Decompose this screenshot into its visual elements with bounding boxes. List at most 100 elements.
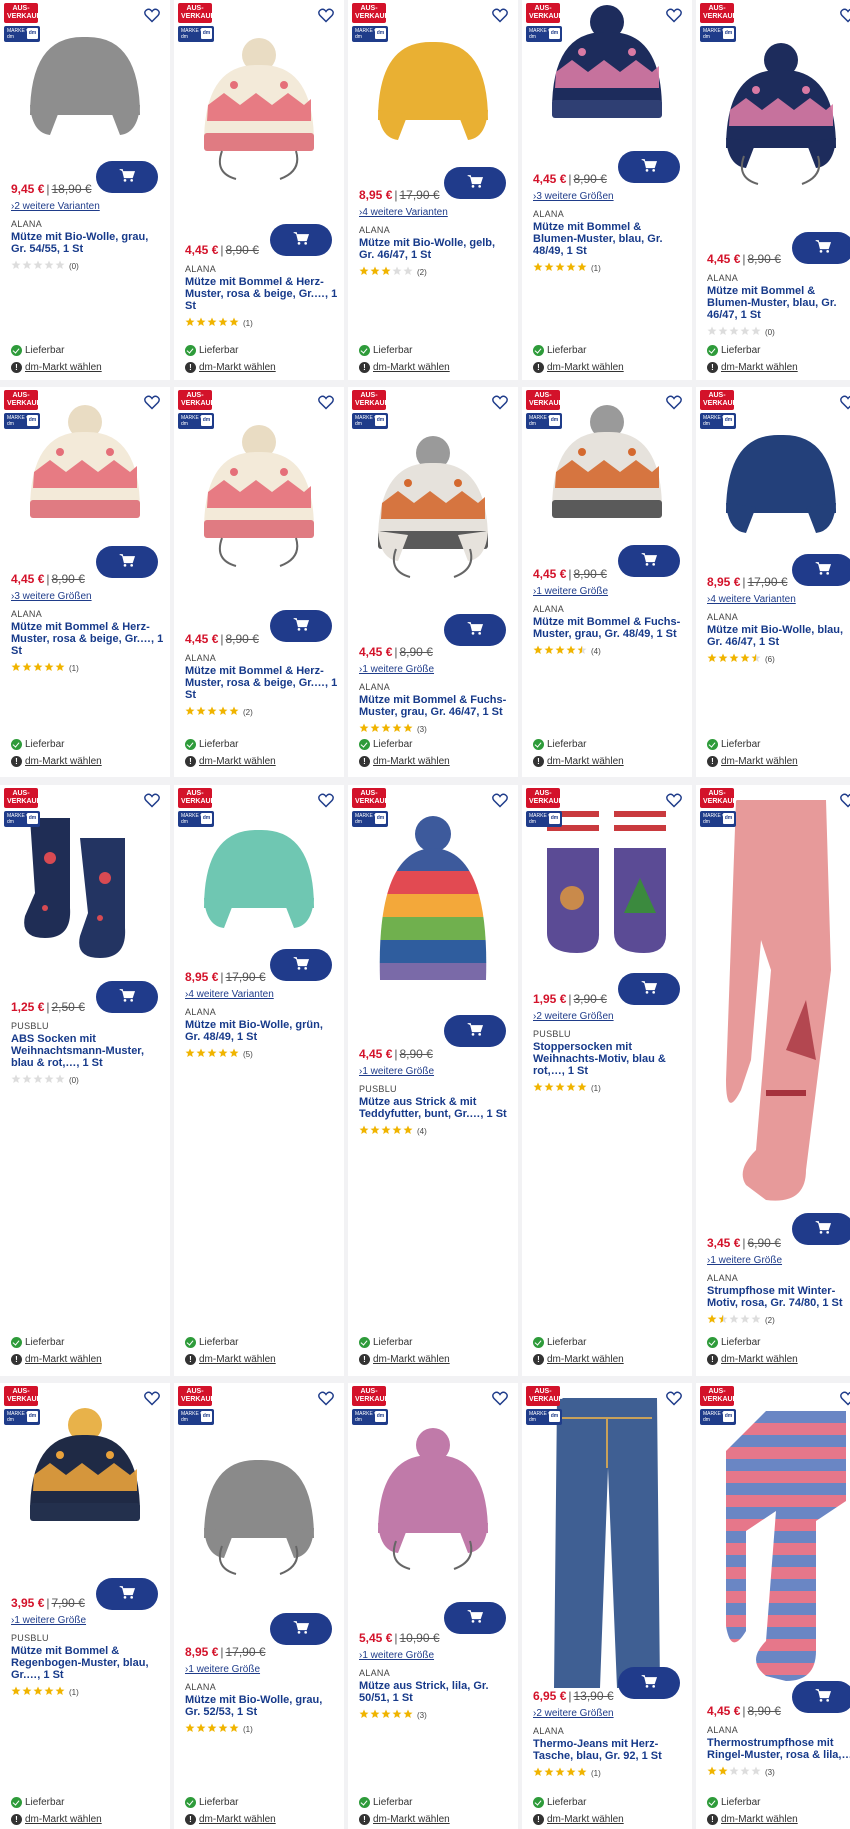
- variants-link[interactable]: ›1 weitere Größe: [707, 1255, 850, 1266]
- product-card[interactable]: AUS-VERKAUF MARKE von dm 4,45 €|8,90 € ALAN…: [696, 1383, 850, 1829]
- add-to-cart-button[interactable]: [270, 1613, 332, 1645]
- product-title[interactable]: Mütze mit Bio-Wolle, gelb, Gr. 46/47, 1 …: [359, 237, 512, 261]
- add-to-cart-button[interactable]: [792, 232, 850, 264]
- product-card[interactable]: AUS-VERKAUF MARKE von dm 4,45 €|8,90 € ALAN…: [174, 0, 344, 380]
- product-title[interactable]: Thermo-Jeans mit Herz-Tasche, blau, Gr. …: [533, 1738, 686, 1762]
- heart-icon[interactable]: [316, 5, 336, 25]
- choose-store-link[interactable]: ! dm-Markt wählen: [11, 1354, 102, 1365]
- product-card[interactable]: AUS-VERKAUF MARKE von dm 1,95 €|3,90 € ›2 w…: [522, 785, 692, 1376]
- heart-icon[interactable]: [316, 1388, 336, 1408]
- choose-store-link[interactable]: ! dm-Markt wählen: [185, 756, 276, 767]
- heart-icon[interactable]: [490, 5, 510, 25]
- product-title[interactable]: Mütze mit Bio-Wolle, grau, Gr. 52/53, 1 …: [185, 1694, 338, 1718]
- heart-icon[interactable]: [142, 790, 162, 810]
- product-card[interactable]: AUS-VERKAUF MARKE von dm 6,95 €|13,90 € ›2 …: [522, 1383, 692, 1829]
- product-card[interactable]: AUS-VERKAUF MARKE von dm 8,95 €|17,90 € ›1 …: [174, 1383, 344, 1829]
- product-card[interactable]: AUS-VERKAUF MARKE von dm 8,95 €|17,90 € ›4 …: [348, 0, 518, 380]
- heart-icon[interactable]: [490, 1388, 510, 1408]
- product-card[interactable]: AUS-VERKAUF MARKE von dm 4,45 €|8,90 € ›1 w…: [348, 785, 518, 1376]
- product-title[interactable]: Mütze mit Bio-Wolle, blau, Gr. 46/47, 1 …: [707, 624, 850, 648]
- product-title[interactable]: Mütze mit Bommel & Fuchs-Muster, grau, G…: [533, 616, 686, 640]
- heart-icon[interactable]: [142, 392, 162, 412]
- variants-link[interactable]: ›4 weitere Varianten: [359, 207, 512, 218]
- add-to-cart-button[interactable]: [618, 973, 680, 1005]
- add-to-cart-button[interactable]: [444, 1602, 506, 1634]
- product-title[interactable]: Thermostrumpfhose mit Ringel-Muster, ros…: [707, 1737, 850, 1761]
- product-card[interactable]: AUS-VERKAUF MARKE von dm 4,45 €|8,90 € ›3 w…: [522, 0, 692, 380]
- heart-icon[interactable]: [316, 392, 336, 412]
- product-card[interactable]: AUS-VERKAUF MARKE von dm 4,45 €|8,90 € ›3 w…: [0, 387, 170, 777]
- product-title[interactable]: Mütze mit Bommel & Regenbogen-Muster, bl…: [11, 1645, 164, 1681]
- product-title[interactable]: Mütze mit Bio-Wolle, grau, Gr. 54/55, 1 …: [11, 231, 164, 255]
- heart-icon[interactable]: [142, 5, 162, 25]
- product-title[interactable]: Strumpfhose mit Winter-Motiv, rosa, Gr. …: [707, 1285, 850, 1309]
- choose-store-link[interactable]: ! dm-Markt wählen: [533, 1814, 624, 1825]
- add-to-cart-button[interactable]: [792, 1213, 850, 1245]
- choose-store-link[interactable]: ! dm-Markt wählen: [707, 1354, 798, 1365]
- heart-icon[interactable]: [838, 1388, 850, 1408]
- choose-store-link[interactable]: ! dm-Markt wählen: [11, 362, 102, 373]
- heart-icon[interactable]: [142, 1388, 162, 1408]
- product-card[interactable]: AUS-VERKAUF MARKE von dm 5,45 €|10,90 € ›1 …: [348, 1383, 518, 1829]
- choose-store-link[interactable]: ! dm-Markt wählen: [185, 1814, 276, 1825]
- choose-store-link[interactable]: ! dm-Markt wählen: [359, 1814, 450, 1825]
- add-to-cart-button[interactable]: [792, 1681, 850, 1713]
- heart-icon[interactable]: [664, 1388, 684, 1408]
- product-image[interactable]: [696, 1383, 850, 1698]
- add-to-cart-button[interactable]: [618, 1667, 680, 1699]
- add-to-cart-button[interactable]: [270, 224, 332, 256]
- heart-icon[interactable]: [664, 5, 684, 25]
- add-to-cart-button[interactable]: [96, 546, 158, 578]
- product-image[interactable]: [522, 1383, 692, 1703]
- choose-store-link[interactable]: ! dm-Markt wählen: [533, 362, 624, 373]
- product-card[interactable]: AUS-VERKAUF MARKE von dm 8,95 €|17,90 € ›4 …: [174, 785, 344, 1376]
- product-card[interactable]: AUS-VERKAUF MARKE von dm 3,45 €|6,90 € ›1 w…: [696, 785, 850, 1376]
- product-card[interactable]: AUS-VERKAUF MARKE von dm 4,45 €|8,90 € ALAN…: [174, 387, 344, 777]
- variants-link[interactable]: ›4 weitere Varianten: [185, 989, 338, 1000]
- product-card[interactable]: AUS-VERKAUF MARKE von dm 4,45 €|8,90 € ›1 w…: [348, 387, 518, 777]
- product-image[interactable]: [696, 785, 850, 1225]
- product-card[interactable]: AUS-VERKAUF MARKE von dm 4,45 €|8,90 € ›1 w…: [522, 387, 692, 777]
- heart-icon[interactable]: [490, 392, 510, 412]
- heart-icon[interactable]: [316, 790, 336, 810]
- product-title[interactable]: Mütze mit Bommel & Herz-Muster, rosa & b…: [185, 276, 338, 312]
- choose-store-link[interactable]: ! dm-Markt wählen: [11, 756, 102, 767]
- product-card[interactable]: AUS-VERKAUF MARKE von dm 1,25 €|2,50 €PUSB…: [0, 785, 170, 1376]
- choose-store-link[interactable]: ! dm-Markt wählen: [11, 1814, 102, 1825]
- variants-link[interactable]: ›3 weitere Größen: [11, 591, 164, 602]
- product-title[interactable]: Mütze aus Strick & mit Teddyfutter, bunt…: [359, 1096, 512, 1120]
- choose-store-link[interactable]: ! dm-Markt wählen: [533, 1354, 624, 1365]
- variants-link[interactable]: ›1 weitere Größe: [533, 586, 686, 597]
- add-to-cart-button[interactable]: [270, 610, 332, 642]
- product-title[interactable]: Mütze mit Bommel & Fuchs-Muster, grau, G…: [359, 694, 512, 718]
- product-card[interactable]: AUS-VERKAUF MARKE von dm 4,45 €|8,90 € ALAN…: [696, 0, 850, 380]
- product-title[interactable]: Mütze mit Bommel & Herz-Muster, rosa & b…: [185, 665, 338, 701]
- choose-store-link[interactable]: ! dm-Markt wählen: [185, 362, 276, 373]
- add-to-cart-button[interactable]: [270, 949, 332, 981]
- product-title[interactable]: Mütze aus Strick, lila, Gr. 50/51, 1 St: [359, 1680, 512, 1704]
- variants-link[interactable]: ›1 weitere Größe: [359, 1066, 512, 1077]
- heart-icon[interactable]: [838, 392, 850, 412]
- add-to-cart-button[interactable]: [618, 151, 680, 183]
- variants-link[interactable]: ›3 weitere Größen: [533, 191, 686, 202]
- variants-link[interactable]: ›2 weitere Größen: [533, 1708, 686, 1719]
- variants-link[interactable]: ›4 weitere Varianten: [707, 594, 850, 605]
- choose-store-link[interactable]: ! dm-Markt wählen: [707, 756, 798, 767]
- variants-link[interactable]: ›1 weitere Größe: [11, 1615, 164, 1626]
- product-title[interactable]: ABS Socken mit Weihnachtsmann-Muster, bl…: [11, 1033, 164, 1069]
- heart-icon[interactable]: [838, 790, 850, 810]
- heart-icon[interactable]: [664, 790, 684, 810]
- heart-icon[interactable]: [490, 790, 510, 810]
- add-to-cart-button[interactable]: [618, 545, 680, 577]
- variants-link[interactable]: ›1 weitere Größe: [359, 1650, 512, 1661]
- heart-icon[interactable]: [664, 392, 684, 412]
- choose-store-link[interactable]: ! dm-Markt wählen: [533, 756, 624, 767]
- choose-store-link[interactable]: ! dm-Markt wählen: [359, 1354, 450, 1365]
- product-card[interactable]: AUS-VERKAUF MARKE von dm 9,45 €|18,90 € ›2 …: [0, 0, 170, 380]
- product-title[interactable]: Mütze mit Bio-Wolle, grün, Gr. 48/49, 1 …: [185, 1019, 338, 1043]
- variants-link[interactable]: ›2 weitere Größen: [533, 1011, 686, 1022]
- choose-store-link[interactable]: ! dm-Markt wählen: [185, 1354, 276, 1365]
- choose-store-link[interactable]: ! dm-Markt wählen: [359, 756, 450, 767]
- add-to-cart-button[interactable]: [444, 167, 506, 199]
- product-title[interactable]: Mütze mit Bommel & Blumen-Muster, blau, …: [707, 285, 850, 321]
